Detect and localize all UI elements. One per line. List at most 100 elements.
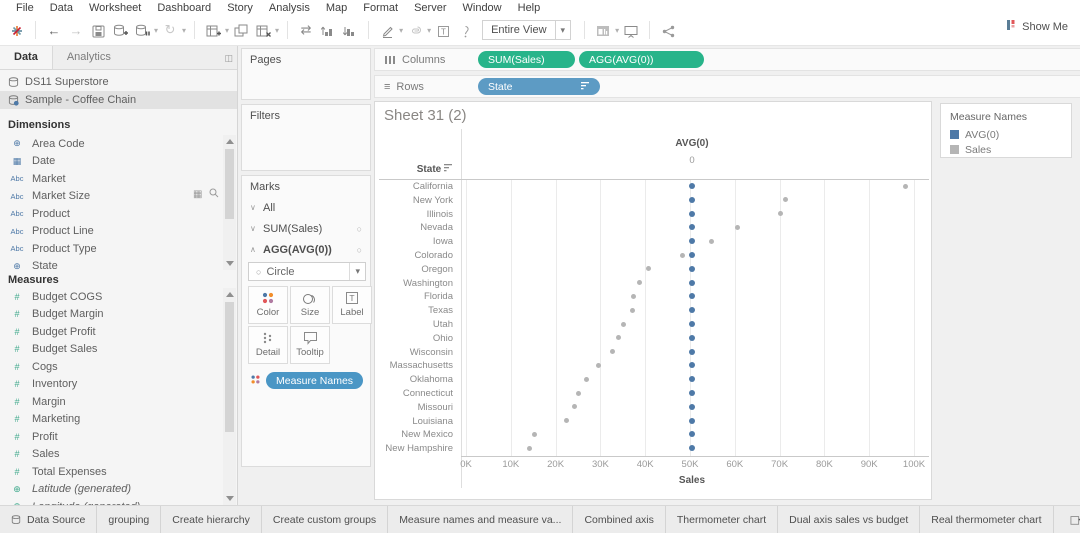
row-label-florida[interactable]: Florida — [375, 291, 453, 302]
row-label-massachusetts[interactable]: Massachusetts — [375, 360, 453, 371]
mark-sales[interactable] — [735, 225, 740, 230]
mark-sales[interactable] — [778, 211, 783, 216]
tableau-logo-icon[interactable] — [6, 22, 28, 38]
mark-avg0[interactable] — [689, 238, 695, 244]
row-label-missouri[interactable]: Missouri — [375, 402, 453, 413]
menu-map[interactable]: Map — [318, 2, 355, 14]
measure-names-pill[interactable]: Measure Names — [266, 372, 363, 389]
sheet-tab-thermometer-chart[interactable]: Thermometer chart — [666, 506, 778, 533]
field-item[interactable]: AbcMarket Size — [0, 188, 222, 206]
sort-descending-icon[interactable] — [339, 23, 361, 38]
mark-type-dropdown[interactable]: ○ Circle ▾ — [248, 262, 366, 281]
field-item[interactable]: #Inventory — [0, 376, 222, 394]
row-label-california[interactable]: California — [375, 181, 453, 192]
clear-sheet-icon[interactable] — [252, 22, 274, 38]
sheet-tab-sheet-3[interactable]: Sheet 3 — [1054, 506, 1065, 533]
refresh-icon[interactable]: ↻ — [159, 22, 181, 38]
mark-avg0[interactable] — [689, 266, 695, 272]
size-button[interactable]: Size — [290, 286, 330, 324]
clear-sheet-dropdown[interactable]: ▾ — [274, 26, 280, 35]
mark-avg0[interactable] — [689, 197, 695, 203]
row-label-wisconsin[interactable]: Wisconsin — [375, 347, 453, 358]
row-label-connecticut[interactable]: Connecticut — [375, 388, 453, 399]
row-label-colorado[interactable]: Colorado — [375, 250, 453, 261]
presentation-mode-icon[interactable] — [620, 22, 642, 37]
field-item[interactable]: ⊕Longitude (generated) — [0, 498, 222, 505]
columns-shelf[interactable]: Columns SUM(Sales)AGG(AVG(0)) — [374, 48, 1080, 71]
row-label-oregon[interactable]: Oregon — [375, 264, 453, 275]
menu-worksheet[interactable]: Worksheet — [81, 2, 149, 14]
tab-analytics[interactable]: Analytics — [53, 46, 125, 69]
pill-agg-avg-0-[interactable]: AGG(AVG(0)) — [579, 51, 704, 68]
mark-sales[interactable] — [621, 322, 626, 327]
mark-sales[interactable] — [709, 239, 714, 244]
refresh-dropdown[interactable]: ▾ — [181, 26, 187, 35]
row-label-utah[interactable]: Utah — [375, 319, 453, 330]
chevron-down-icon[interactable]: ∨ — [250, 224, 263, 233]
row-label-illinois[interactable]: Illinois — [375, 209, 453, 220]
field-item[interactable]: ⊕Latitude (generated) — [0, 481, 222, 499]
menu-server[interactable]: Server — [406, 2, 454, 14]
mark-sales[interactable] — [616, 335, 621, 340]
row-label-new-hampshire[interactable]: New Hampshire — [375, 443, 453, 454]
color-button[interactable]: Color — [248, 286, 288, 324]
mark-sales[interactable] — [572, 404, 577, 409]
mark-avg0[interactable] — [689, 252, 695, 258]
mark-sales[interactable] — [527, 446, 532, 451]
undo-icon[interactable]: ← — [43, 23, 65, 38]
sheet-tab-data-source[interactable]: Data Source — [0, 506, 97, 533]
mark-avg0[interactable] — [689, 321, 695, 327]
field-item[interactable]: AbcMarket — [0, 170, 222, 188]
sheet-tab-real-thermometer-chart[interactable]: Real thermometer chart — [920, 506, 1053, 533]
mark-avg0[interactable] — [689, 376, 695, 382]
data-source-item[interactable]: DS11 Superstore — [0, 73, 237, 91]
mark-sales[interactable] — [564, 418, 569, 423]
row-label-louisiana[interactable]: Louisiana — [375, 416, 453, 427]
new-worksheet-icon[interactable] — [202, 22, 224, 38]
legend-item-sales[interactable]: Sales — [941, 142, 1071, 157]
field-item[interactable]: #Profit — [0, 428, 222, 446]
new-data-source-icon[interactable] — [109, 22, 131, 38]
chevron-up-icon[interactable]: ∧ — [250, 245, 263, 254]
field-item[interactable]: #Budget Profit — [0, 323, 222, 341]
menu-file[interactable]: File — [8, 2, 42, 14]
sheet-tab-combined-axis[interactable]: Combined axis — [573, 506, 665, 533]
mark-avg0[interactable] — [689, 211, 695, 217]
menu-help[interactable]: Help — [510, 2, 549, 14]
mark-avg0[interactable] — [689, 349, 695, 355]
field-item[interactable]: ▦Date — [0, 153, 222, 171]
mark-avg0[interactable] — [689, 362, 695, 368]
row-header[interactable]: State — [375, 164, 453, 175]
highlight-icon[interactable] — [376, 22, 398, 37]
duplicate-sheet-icon[interactable] — [230, 22, 252, 38]
field-item[interactable]: ⊕State — [0, 258, 222, 271]
mark-avg0[interactable] — [689, 404, 695, 410]
swap-rows-columns-icon[interactable]: ⇄ — [295, 22, 317, 38]
measures-scrollbar[interactable] — [223, 288, 236, 505]
mark-avg0[interactable] — [689, 445, 695, 451]
annotation-icon[interactable] — [404, 22, 426, 37]
mark-sales[interactable] — [680, 253, 685, 258]
row-label-iowa[interactable]: Iowa — [375, 236, 453, 247]
field-item[interactable]: ⊕Area Code — [0, 135, 222, 153]
row-label-ohio[interactable]: Ohio — [375, 333, 453, 344]
mark-avg0[interactable] — [689, 280, 695, 286]
field-item[interactable]: #Budget Margin — [0, 306, 222, 324]
menu-window[interactable]: Window — [455, 2, 510, 14]
sheet-tab-create-custom-groups[interactable]: Create custom groups — [262, 506, 388, 533]
sheet-tab-grouping[interactable]: grouping — [97, 506, 161, 533]
sheet-tab-measure-names-and-measure-va-[interactable]: Measure names and measure va... — [388, 506, 573, 533]
row-label-texas[interactable]: Texas — [375, 305, 453, 316]
fix-axes-icon[interactable] — [454, 22, 476, 37]
tooltip-button[interactable]: Tooltip — [290, 326, 330, 364]
marks-layer-all[interactable]: ∨All — [242, 197, 370, 218]
mark-avg0[interactable] — [689, 224, 695, 230]
show-me-button[interactable]: Show Me — [1006, 19, 1068, 34]
fit-selector[interactable]: Entire View ▾ — [482, 20, 571, 40]
sheet-tab-create-hierarchy[interactable]: Create hierarchy — [161, 506, 262, 533]
mark-avg0[interactable] — [689, 307, 695, 313]
mark-avg0[interactable] — [689, 431, 695, 437]
pause-auto-updates-icon[interactable] — [131, 22, 153, 38]
row-label-washington[interactable]: Washington — [375, 278, 453, 289]
share-icon[interactable] — [657, 22, 679, 37]
